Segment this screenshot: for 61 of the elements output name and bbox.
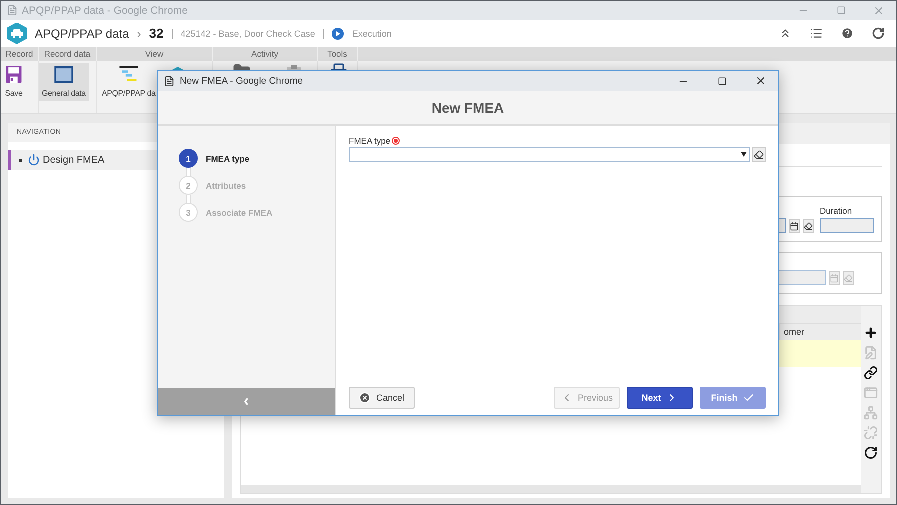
- record-title: 425142 - Base, Door Check Case: [180, 28, 316, 38]
- refresh-icon: [872, 27, 885, 40]
- toolbar-button[interactable]: [864, 366, 878, 380]
- check-icon: [742, 392, 755, 404]
- page-icon: [7, 5, 18, 16]
- duration-label: Duration: [820, 206, 854, 216]
- app-name: APQP/PPAP data: [35, 26, 130, 40]
- field-label: FMEA type: [349, 136, 391, 146]
- double-chevron-up-icon: [779, 27, 792, 40]
- ribbon-button[interactable]: General data: [39, 63, 89, 101]
- step-label: Associate FMEA: [206, 208, 273, 218]
- maximize-icon: [718, 76, 726, 86]
- dialog-title: New FMEA - Google Chrome: [180, 76, 304, 86]
- cancel-icon: [359, 392, 372, 404]
- step-connector: [186, 168, 191, 176]
- calendar-icon: [790, 222, 799, 230]
- toolbar-button[interactable]: [864, 446, 878, 460]
- gantt-chart-icon: [116, 66, 141, 83]
- power-icon: [28, 154, 40, 166]
- window-icon: [864, 386, 878, 400]
- step-number: 1: [179, 149, 198, 168]
- step-connector: [186, 195, 191, 203]
- tree-icon: [864, 406, 878, 420]
- play-icon: [332, 28, 344, 40]
- calendar-icon: [830, 274, 839, 282]
- eraser-icon: [844, 274, 853, 282]
- eraser-icon: [804, 222, 813, 230]
- navigation-item-label: Design FMEA: [43, 154, 105, 166]
- ribbon-button[interactable]: APQP/PPAP da: [99, 63, 159, 101]
- help-icon: [841, 27, 854, 40]
- ribbon-button[interactable]: Save: [1, 63, 27, 101]
- dropdown-arrow-icon: [741, 152, 747, 157]
- window-title: APQP/PPAP data - Google Chrome: [22, 4, 188, 16]
- refresh-icon: [864, 446, 878, 460]
- close-icon: [755, 75, 767, 87]
- window-icon: [52, 66, 75, 83]
- toolbar-button[interactable]: [864, 326, 878, 340]
- step-number: 3: [179, 203, 198, 222]
- scroll-bar[interactable]: [241, 485, 861, 493]
- list-icon: [810, 27, 823, 40]
- dialog-heading: New FMEA: [432, 100, 504, 116]
- page-icon: [164, 76, 175, 86]
- step-number: 2: [179, 176, 198, 195]
- breadcrumb-separator: ›: [137, 26, 142, 40]
- eraser-button[interactable]: [803, 219, 814, 233]
- next-button[interactable]: Next: [627, 387, 693, 409]
- record-number: 32: [149, 26, 164, 41]
- duration-field[interactable]: [820, 218, 874, 233]
- eraser-button[interactable]: [752, 147, 766, 162]
- status-label: Execution: [352, 28, 392, 38]
- plus-icon: [864, 326, 878, 340]
- cancel-button[interactable]: Cancel: [349, 387, 415, 409]
- calendar-button[interactable]: [789, 219, 800, 233]
- link-icon: [864, 366, 878, 380]
- broken-link-icon: [864, 426, 878, 440]
- maximize-icon: [836, 6, 846, 15]
- car-logo-icon: [7, 22, 27, 44]
- close-icon: [873, 4, 885, 16]
- step-label: Attributes: [206, 180, 246, 190]
- eraser-icon: [754, 150, 764, 160]
- document-edit-icon: [864, 346, 878, 360]
